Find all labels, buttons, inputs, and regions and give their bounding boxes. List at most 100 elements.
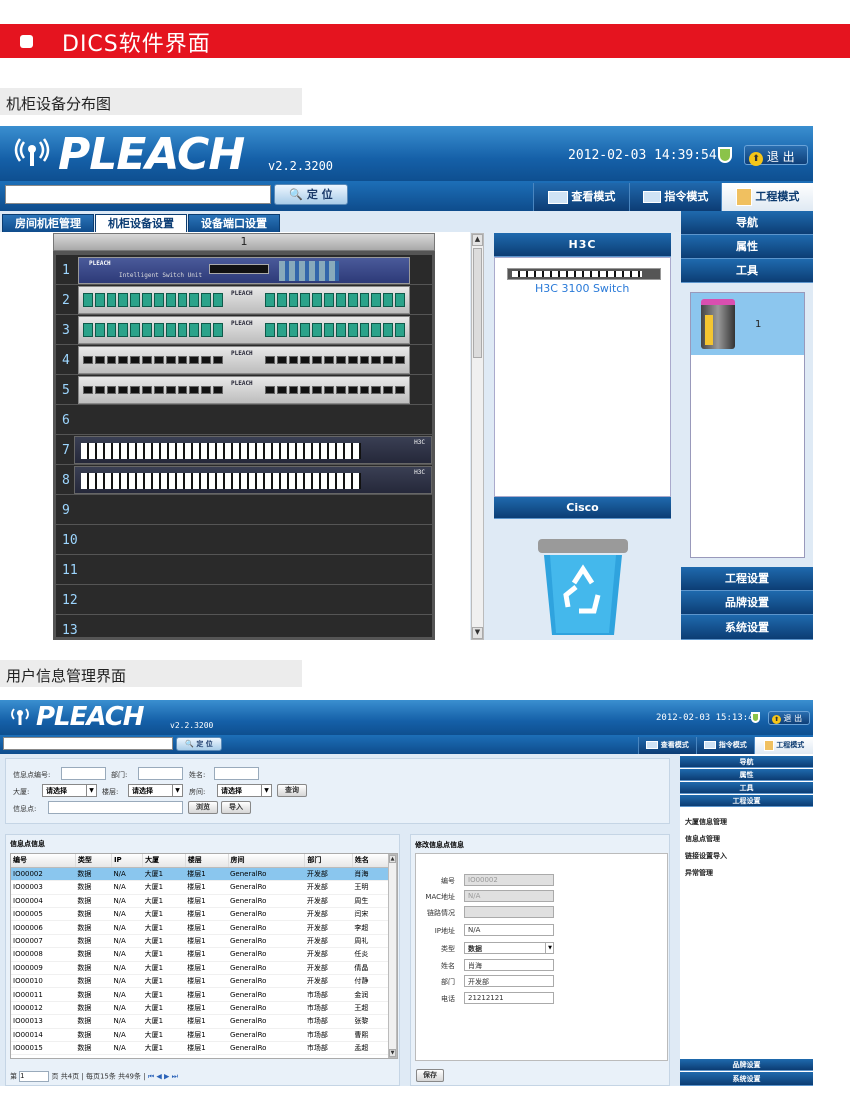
h3c-switch[interactable]: H3C [74, 436, 432, 464]
name-input[interactable] [214, 767, 259, 780]
app2-mode-view[interactable]: 查看模式 [638, 737, 696, 754]
patch-panel[interactable]: PLEACH [78, 376, 410, 404]
app2-search-input[interactable] [3, 737, 173, 750]
edit-field-input[interactable]: N/A [464, 924, 554, 936]
app2-nav-properties[interactable]: 属性 [680, 769, 813, 781]
table-scrollbar[interactable]: ▲ ▼ [388, 854, 397, 1058]
app2-nav-tools[interactable]: 工具 [680, 782, 813, 794]
page-number-input[interactable] [19, 1071, 50, 1082]
edit-field-input[interactable]: 肖海 [464, 959, 554, 971]
nav-properties[interactable]: 属性 [681, 235, 813, 259]
settings-item-info-point[interactable]: 信息点管理 [685, 834, 720, 844]
rack-slot[interactable]: 1 PLEACH Intelligent Switch Unit [56, 254, 432, 284]
patch-panel[interactable]: PLEACH [78, 346, 410, 374]
mode-command[interactable]: 指令模式 [629, 183, 721, 211]
switch-unit[interactable]: PLEACH Intelligent Switch Unit [78, 257, 410, 284]
table-row[interactable]: IO00008 数据 N/A 大厦1 楼层1 GeneralRo 开发部 任炎 [11, 947, 389, 962]
rack-scrollbar[interactable]: ▲ ▼ [471, 233, 484, 640]
pager-prev-icon[interactable]: ◀ [156, 1073, 161, 1081]
tab-device-port[interactable]: 设备端口设置 [188, 214, 280, 232]
mode-engineering[interactable]: 工程模式 [721, 183, 813, 211]
column-header[interactable]: 部门 [304, 854, 353, 868]
rack-slot[interactable]: 4 PLEACH [56, 344, 432, 374]
pager-first-icon[interactable]: ⏮ [148, 1073, 154, 1081]
table-row[interactable]: IO00003 数据 N/A 大厦1 楼层1 GeneralRo 开发部 王明 [11, 880, 389, 895]
edit-field-input[interactable]: 开发部 [464, 975, 554, 987]
nav-brand-settings[interactable]: 品牌设置 [681, 591, 813, 615]
building-select[interactable]: 请选择 ▼ [42, 784, 97, 797]
table-row[interactable]: IO00004 数据 N/A 大厦1 楼层1 GeneralRo 开发部 周生 [11, 894, 389, 909]
rack-slot[interactable]: 10 [56, 524, 432, 554]
locate-button[interactable]: 🔍 定 位 [274, 184, 348, 205]
column-header[interactable]: 房间 [228, 854, 306, 868]
catalog-item-label[interactable]: H3C 3100 Switch [535, 282, 629, 295]
table-row[interactable]: IO00006 数据 N/A 大厦1 楼层1 GeneralRo 开发部 李超 [11, 920, 389, 935]
nav-system-settings[interactable]: 系统设置 [681, 615, 813, 640]
table-row[interactable]: IO00010 数据 N/A 大厦1 楼层1 GeneralRo 开发部 付静 [11, 974, 389, 989]
settings-item-building[interactable]: 大厦信息管理 [685, 817, 727, 827]
info-id-input[interactable] [61, 767, 106, 780]
column-header[interactable]: 大厦 [142, 854, 186, 868]
scroll-down-icon[interactable]: ▼ [389, 1049, 396, 1057]
table-row[interactable]: IO00012 数据 N/A 大厦1 楼层1 GeneralRo 市场部 王超 [11, 1001, 389, 1016]
type-select[interactable]: 数据 [464, 942, 554, 954]
app2-nav-project-settings[interactable]: 工程设置 [680, 795, 813, 807]
app2-nav-navigation[interactable]: 导航 [680, 756, 813, 768]
dept-input[interactable] [138, 767, 183, 780]
column-header[interactable]: IP [111, 854, 144, 868]
save-button[interactable]: 保存 [416, 1069, 444, 1082]
table-row[interactable]: IO00002 数据 N/A 大厦1 楼层1 GeneralRo 开发部 肖海 [11, 867, 389, 882]
table-row[interactable]: IO00009 数据 N/A 大厦1 楼层1 GeneralRo 开发部 倩晶 [11, 961, 389, 976]
catalog-group-cisco[interactable]: Cisco [494, 497, 671, 519]
scroll-thumb[interactable] [473, 248, 482, 358]
patch-panel[interactable]: PLEACH [78, 286, 410, 314]
tab-cabinet-device[interactable]: 机柜设备设置 [95, 214, 187, 232]
dropdown-arrow-icon[interactable]: ▼ [545, 943, 554, 954]
import-button[interactable]: 导入 [221, 801, 251, 814]
catalog-group-h3c[interactable]: H3C [494, 233, 671, 257]
scroll-down-icon[interactable]: ▼ [472, 627, 483, 639]
app2-nav-brand-settings[interactable]: 品牌设置 [680, 1059, 813, 1071]
nav-tools[interactable]: 工具 [681, 259, 813, 283]
app2-nav-system-settings[interactable]: 系统设置 [680, 1072, 813, 1086]
table-row[interactable]: IO00013 数据 N/A 大厦1 楼层1 GeneralRo 市场部 张黎 [11, 1014, 389, 1029]
rack-slot[interactable]: 6 [56, 404, 432, 434]
recycle-bin-icon[interactable] [536, 537, 630, 637]
column-header[interactable]: 姓名 [352, 854, 390, 868]
scroll-up-icon[interactable]: ▲ [472, 234, 483, 246]
edit-field-input[interactable]: 21212121 [464, 992, 554, 1004]
cabinet-item-row[interactable]: 1 [691, 293, 804, 355]
rack-slot[interactable]: 11 [56, 554, 432, 584]
mode-view[interactable]: 查看模式 [533, 183, 629, 211]
app2-mode-engineering[interactable]: 工程模式 [754, 737, 813, 754]
column-header[interactable]: 类型 [75, 854, 112, 868]
rack-slot[interactable]: 12 [56, 584, 432, 614]
settings-item-link-import[interactable]: 链接设置导入 [685, 851, 727, 861]
patch-panel[interactable]: PLEACH [78, 316, 410, 344]
table-row[interactable]: IO00007 数据 N/A 大厦1 楼层1 GeneralRo 开发部 周礼 [11, 934, 389, 949]
column-header[interactable]: 编号 [11, 854, 76, 868]
rack-slot[interactable]: 5 PLEACH [56, 374, 432, 404]
nav-project-settings[interactable]: 工程设置 [681, 567, 813, 591]
app2-mode-command[interactable]: 指令模式 [696, 737, 754, 754]
exit-button[interactable]: ⬆ 退 出 [744, 145, 808, 166]
h3c-switch[interactable]: H3C [74, 466, 432, 494]
column-header[interactable]: 楼层 [185, 854, 229, 868]
query-button[interactable]: 查询 [277, 784, 307, 797]
tab-room-cabinet[interactable]: 房间机柜管理 [2, 214, 94, 232]
table-row[interactable]: IO00015 数据 N/A 大厦1 楼层1 GeneralRo 市场部 孟超 [11, 1041, 389, 1056]
table-row[interactable]: IO00011 数据 N/A 大厦1 楼层1 GeneralRo 市场部 金润 [11, 987, 389, 1002]
rack-slot[interactable]: 9 [56, 494, 432, 524]
browse-button[interactable]: 浏览 [188, 801, 218, 814]
room-select[interactable]: 请选择 ▼ [217, 784, 272, 797]
app2-exit-button[interactable]: ⬆ 退 出 [768, 711, 810, 725]
settings-item-exception[interactable]: 异常管理 [685, 868, 713, 878]
pager-last-icon[interactable]: ⏭ [172, 1073, 178, 1081]
nav-navigation[interactable]: 导航 [681, 211, 813, 235]
table-row[interactable]: IO00005 数据 N/A 大厦1 楼层1 GeneralRo 开发部 闫宋 [11, 907, 389, 922]
table-row[interactable]: IO00014 数据 N/A 大厦1 楼层1 GeneralRo 市场部 曹熙 [11, 1028, 389, 1042]
rack-slot[interactable]: 7 H3C [56, 434, 432, 464]
search-input[interactable] [5, 185, 271, 204]
app2-locate-button[interactable]: 🔍 定 位 [176, 737, 222, 751]
rack-slot[interactable]: 3 PLEACH [56, 314, 432, 344]
